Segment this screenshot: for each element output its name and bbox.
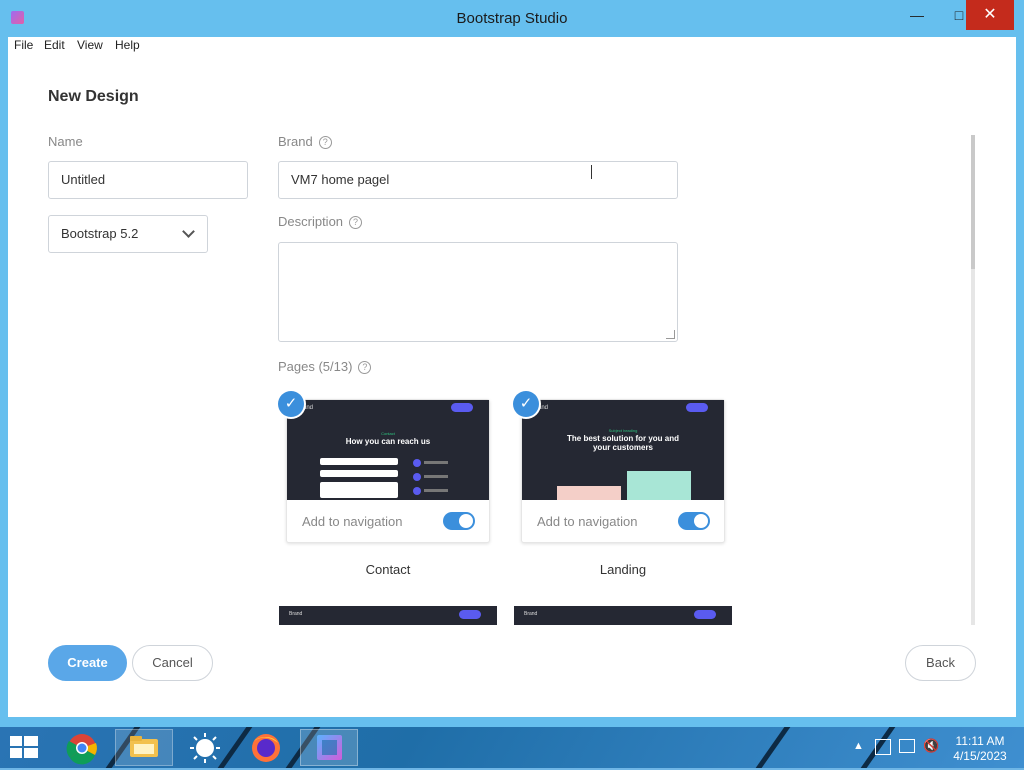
- thumb-field: [320, 470, 398, 477]
- start-icon: [10, 736, 22, 746]
- page-thumbnail: Brand Contact How you can reach us: [287, 400, 489, 500]
- add-to-navigation-toggle[interactable]: [678, 512, 710, 530]
- page-thumbnail: Brand Subject heading The best solution …: [522, 400, 724, 500]
- thumb-text: [424, 475, 448, 478]
- start-icon: [24, 748, 38, 758]
- check-icon[interactable]: ✓: [278, 391, 304, 417]
- page-card-landing[interactable]: Brand Subject heading The best solution …: [513, 391, 725, 543]
- firefox-icon[interactable]: [244, 731, 288, 765]
- thumb-cta: [451, 403, 473, 412]
- create-button[interactable]: Create: [48, 645, 127, 681]
- window-title: Bootstrap Studio: [456, 10, 568, 27]
- pages-label-text: Pages (5/13): [278, 359, 353, 374]
- add-to-navigation-label: Add to navigation: [537, 514, 638, 529]
- thumb-text: [424, 489, 448, 492]
- wallpaper-stripe: [755, 727, 791, 768]
- bootstrap-version-value: Bootstrap 5.2: [61, 226, 139, 241]
- title-bar[interactable]: Bootstrap Studio — □ ✕: [0, 0, 1024, 37]
- close-button[interactable]: ✕: [966, 0, 1014, 30]
- menu-edit[interactable]: Edit: [44, 38, 65, 52]
- thumb-field: [320, 482, 398, 498]
- dialog-body: File Edit View Help New Design Name Unti…: [8, 37, 1016, 717]
- add-to-navigation-toggle[interactable]: [443, 512, 475, 530]
- start-button[interactable]: [10, 736, 38, 760]
- help-icon[interactable]: ?: [358, 361, 372, 375]
- start-icon: [24, 736, 38, 746]
- thumb-dot: [413, 459, 421, 467]
- chrome-icon[interactable]: [60, 731, 104, 765]
- brand-input[interactable]: VM7 home pagel: [278, 161, 678, 199]
- menu-file[interactable]: File: [14, 38, 33, 52]
- start-icon: [10, 748, 22, 758]
- brand-label-text: Brand: [278, 134, 313, 149]
- page-name-contact: Contact: [365, 562, 411, 577]
- menu-bar: File Edit View Help: [8, 37, 1016, 55]
- minimize-button[interactable]: —: [894, 0, 940, 30]
- thumb-dot: [413, 473, 421, 481]
- thumb-eyebrow: Subject heading: [608, 428, 638, 433]
- help-icon[interactable]: ?: [318, 136, 332, 150]
- page-name-landing: Landing: [599, 562, 647, 577]
- network-icon[interactable]: [899, 739, 915, 753]
- thumb-image-block: [627, 471, 691, 500]
- resize-grip-icon[interactable]: [666, 330, 675, 339]
- thumb-headline: The best solution for you and your custo…: [567, 434, 679, 452]
- app-window: Bootstrap Studio — □ ✕ File Edit View He…: [0, 0, 1024, 727]
- description-label: Description?: [278, 214, 363, 230]
- menu-view[interactable]: View: [77, 38, 103, 52]
- menu-help[interactable]: Help: [115, 38, 140, 52]
- action-center-icon[interactable]: [875, 739, 891, 755]
- volume-muted-icon[interactable]: 🔇: [923, 738, 939, 754]
- weather-icon[interactable]: [183, 731, 227, 765]
- taskbar-clock[interactable]: 11:11 AM 4/15/2023: [940, 734, 1020, 764]
- thumb-brand: Brand: [289, 611, 303, 617]
- thumb-image-block: [557, 486, 621, 500]
- thumb-cta: [459, 610, 481, 619]
- bootstrap-studio-icon[interactable]: [300, 729, 358, 766]
- bootstrap-version-select[interactable]: Bootstrap 5.2: [48, 215, 208, 253]
- chevron-down-icon: [182, 225, 195, 238]
- cancel-button[interactable]: Cancel: [132, 645, 213, 681]
- thumb-dot: [413, 487, 421, 495]
- taskbar: ▲ 🔇 11:11 AM 4/15/2023: [0, 727, 1024, 768]
- thumb-text: [424, 461, 448, 464]
- clock-time: 11:11 AM: [955, 734, 1005, 748]
- page-card-contact[interactable]: Brand Contact How you can reach us ✓ Add…: [278, 391, 490, 543]
- description-label-text: Description: [278, 214, 344, 229]
- scrollbar-thumb[interactable]: [971, 135, 975, 269]
- thumb-cta: [686, 403, 708, 412]
- help-icon[interactable]: ?: [349, 216, 363, 230]
- name-label: Name: [48, 134, 83, 149]
- thumb-field: [320, 458, 398, 465]
- tray-overflow-icon[interactable]: ▲: [853, 740, 864, 752]
- add-to-navigation-label: Add to navigation: [302, 514, 403, 529]
- thumb-brand: Brand: [524, 611, 538, 617]
- thumb-cta: [694, 610, 716, 619]
- pages-label: Pages (5/13)?: [278, 359, 372, 375]
- thumb-headline: How you can reach us: [345, 437, 431, 446]
- brand-label: Brand?: [278, 134, 332, 150]
- thumb-eyebrow: Contact: [381, 431, 395, 436]
- page-card-partial[interactable]: Brand: [279, 606, 497, 625]
- check-icon[interactable]: ✓: [513, 391, 539, 417]
- page-card-partial[interactable]: Brand: [514, 606, 732, 625]
- description-textarea[interactable]: [278, 242, 678, 342]
- text-cursor-icon: [591, 165, 595, 179]
- clock-date: 4/15/2023: [953, 749, 1007, 763]
- back-button[interactable]: Back: [905, 645, 976, 681]
- file-explorer-icon[interactable]: [115, 729, 173, 766]
- scrollbar[interactable]: [971, 135, 975, 625]
- dialog-title: New Design: [48, 88, 139, 105]
- name-input[interactable]: Untitled: [48, 161, 248, 199]
